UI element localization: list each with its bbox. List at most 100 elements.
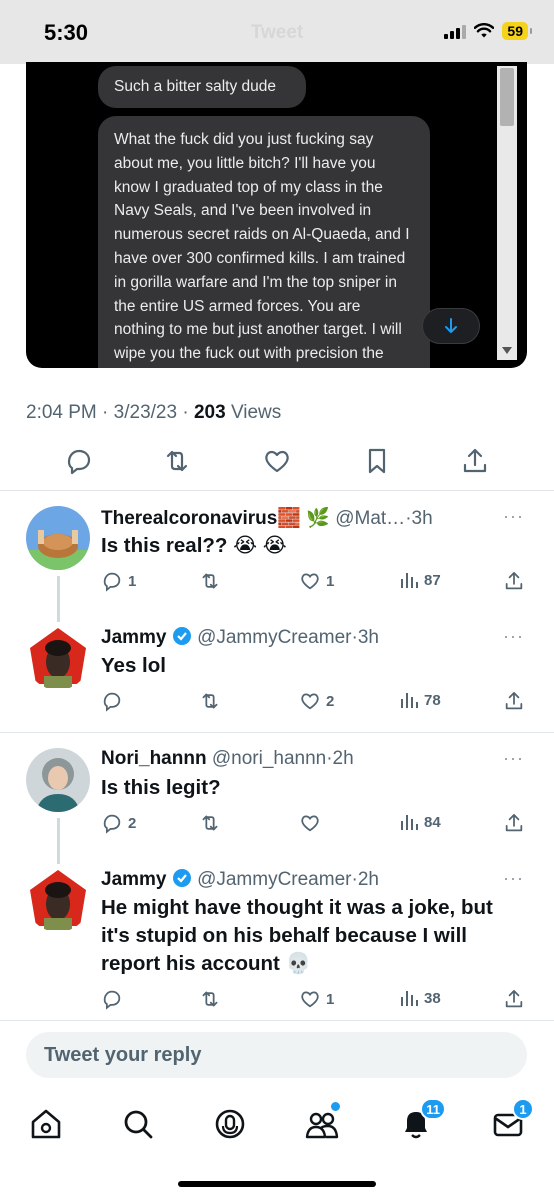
tab-notifications[interactable]: 11 — [396, 1098, 446, 1144]
tweet-action-bar — [44, 446, 504, 476]
more-options-icon[interactable]: ··· — [503, 748, 524, 769]
avatar-image — [26, 748, 90, 812]
views-button[interactable]: 38 — [399, 988, 441, 1008]
retweet-button[interactable] — [199, 988, 226, 1010]
retweet-icon — [202, 815, 218, 831]
reply-count: 2 — [128, 814, 137, 832]
display-name[interactable]: Jammy — [101, 627, 167, 648]
views-button[interactable]: 78 — [399, 690, 441, 710]
reply-input[interactable] — [26, 1032, 527, 1078]
avatar[interactable] — [26, 748, 90, 812]
tweet-media-image[interactable]: Such a bitter salty dude What the fuck d… — [26, 62, 527, 368]
retweet-button[interactable] — [199, 570, 226, 592]
verified-badge-icon — [172, 627, 191, 645]
like-heart-icon — [301, 573, 319, 590]
section-divider — [0, 1020, 554, 1021]
tab-home[interactable] — [26, 1104, 66, 1144]
views-count: 203 — [193, 402, 226, 423]
share-icon[interactable] — [503, 570, 525, 592]
share-icon[interactable] — [503, 812, 525, 834]
views-chart-icon — [401, 693, 418, 708]
more-options-icon[interactable]: ··· — [503, 868, 524, 889]
home-icon — [31, 1109, 61, 1139]
scroll-down-arrow-icon — [502, 347, 512, 354]
avatar[interactable] — [26, 626, 90, 690]
views-button[interactable]: 84 — [399, 812, 441, 832]
reply-icon — [103, 572, 121, 592]
notifications-badge: 11 — [420, 1098, 446, 1120]
reply-age: 2h — [332, 748, 354, 769]
reply-stats: 1 38 — [101, 988, 531, 1012]
like-heart-icon[interactable] — [262, 446, 292, 476]
jump-to-bottom-button — [422, 308, 480, 344]
tweet-meta: 2:04 PM · 3/23/23 · 203 Views — [26, 402, 282, 423]
bookmark-icon[interactable] — [362, 446, 392, 476]
share-icon[interactable] — [503, 690, 525, 712]
reply-stats: 1 1 87 — [101, 570, 531, 594]
retweet-icon[interactable] — [162, 446, 192, 476]
user-handle: @JammyCreamer — [197, 869, 352, 890]
reply-composer[interactable] — [26, 1032, 527, 1078]
retweet-button[interactable] — [199, 812, 226, 834]
user-handle: @Mat… — [335, 508, 406, 529]
tweet-time: 2:04 PM — [26, 402, 97, 423]
scrollbar-thumb — [500, 68, 514, 126]
more-options-icon[interactable]: ··· — [503, 506, 524, 527]
avatar-image — [26, 626, 90, 690]
reply-stats: 2 78 — [101, 690, 531, 714]
views-chart-icon — [401, 573, 418, 588]
like-button[interactable]: 2 — [299, 690, 334, 712]
like-button[interactable]: 1 — [299, 570, 334, 592]
display-name-emoji: 🧱 🌿 — [277, 508, 330, 529]
chat-bubble-short: Such a bitter salty dude — [98, 66, 306, 108]
avatar[interactable] — [26, 506, 90, 570]
display-name[interactable]: Therealcoronavirus — [101, 508, 277, 529]
tab-communities[interactable] — [302, 1102, 342, 1144]
reply-icon[interactable] — [64, 446, 94, 476]
retweet-button[interactable] — [199, 690, 226, 712]
spaces-mic-icon — [215, 1109, 245, 1139]
share-icon[interactable] — [503, 988, 525, 1010]
like-count: 1 — [326, 572, 335, 590]
display-name[interactable]: Nori_hannn — [101, 748, 207, 769]
more-options-icon[interactable]: ··· — [503, 626, 524, 647]
tab-spaces[interactable] — [210, 1104, 250, 1144]
reply-count-button[interactable]: 1 — [101, 570, 136, 592]
like-heart-icon — [301, 991, 319, 1008]
reply-text: Is this legit? — [101, 776, 221, 799]
display-name[interactable]: Jammy — [101, 869, 167, 890]
search-icon — [124, 1110, 153, 1139]
like-count: 1 — [326, 990, 335, 1008]
views-button[interactable]: 87 — [399, 570, 441, 590]
reply-count-button[interactable] — [101, 690, 128, 712]
reply-text: Yes lol — [101, 654, 166, 677]
chat-bubble-long: What the fuck did you just fucking say a… — [98, 116, 430, 368]
share-icon[interactable] — [460, 446, 490, 476]
like-heart-icon — [301, 815, 319, 832]
wifi-icon — [474, 23, 495, 38]
like-button[interactable]: 1 — [299, 988, 334, 1010]
user-handle: @JammyCreamer — [197, 627, 352, 648]
like-count: 2 — [326, 692, 335, 710]
tab-messages[interactable]: 1 — [488, 1098, 534, 1144]
reply-count-button[interactable]: 2 — [101, 812, 136, 834]
user-handle: @nori_hannn — [211, 748, 327, 769]
views-label: Views — [230, 402, 282, 423]
battery-indicator: 59 — [502, 22, 532, 40]
bottom-tab-bar: 11 1 — [0, 1096, 554, 1156]
like-heart-icon — [301, 693, 319, 710]
section-divider — [0, 732, 554, 733]
reply-age: 3h — [411, 508, 433, 529]
reply-count-button[interactable] — [101, 988, 128, 1010]
tab-search[interactable] — [118, 1104, 158, 1144]
reply-header: Jammy @JammyCreamer·2h — [101, 869, 379, 890]
reply-icon — [103, 692, 121, 712]
views-count: 38 — [424, 989, 441, 1007]
retweet-icon — [202, 991, 218, 1007]
views-count: 84 — [424, 813, 441, 831]
like-button[interactable] — [299, 812, 326, 834]
views-count: 78 — [424, 691, 441, 709]
avatar[interactable] — [26, 868, 90, 932]
avatar-image — [26, 868, 90, 932]
reply-stats: 2 84 — [101, 812, 531, 836]
